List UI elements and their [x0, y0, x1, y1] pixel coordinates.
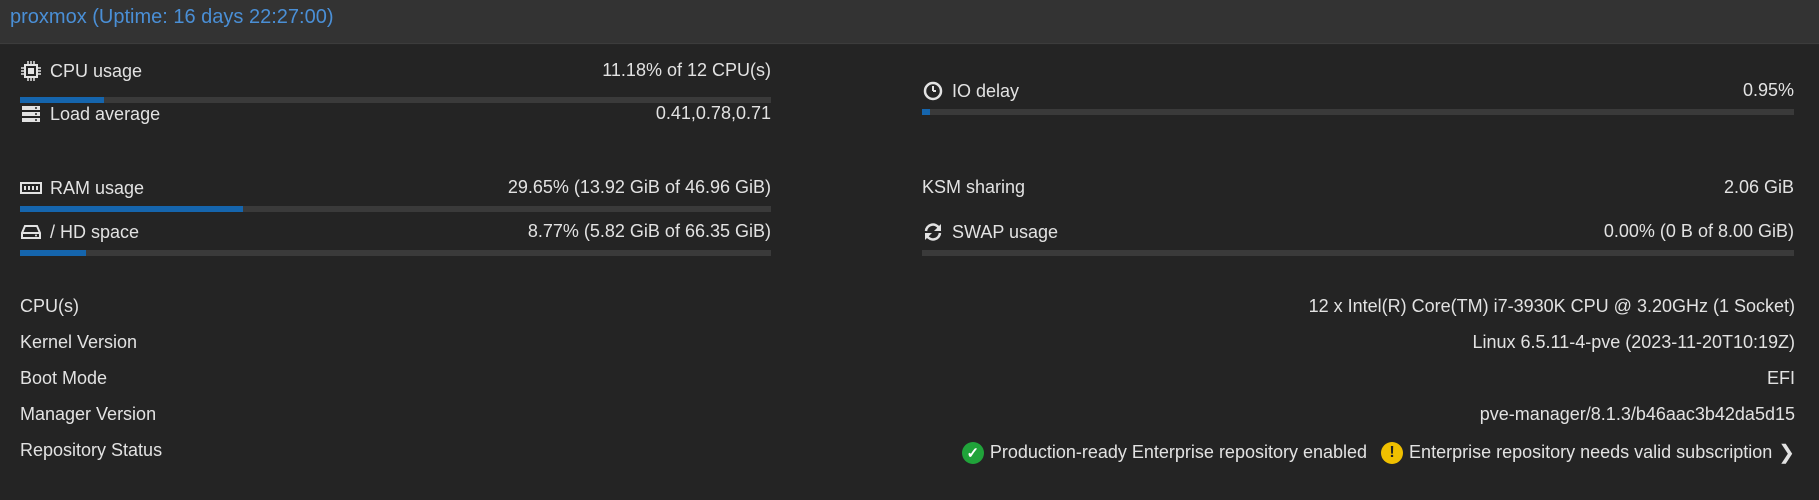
io-delay-metric: IO delay 0.95%: [922, 80, 1794, 115]
info-row-repository: Repository Status ✓ Production-ready Ent…: [20, 440, 1795, 468]
hdd-icon: [20, 221, 42, 243]
hd-space-bar: [20, 250, 771, 256]
ksm-sharing-label: KSM sharing: [922, 177, 1026, 197]
ram-usage-bar-fill: [20, 206, 243, 212]
load-average-label: Load average: [50, 103, 161, 124]
info-label: CPU(s): [20, 296, 79, 316]
info-label: Manager Version: [20, 404, 157, 424]
check-circle-icon: ✓: [961, 441, 984, 464]
ksm-sharing-value: 2.06 GiB: [1723, 177, 1794, 197]
swap-usage-bar: [922, 250, 1794, 256]
hd-space-bar-fill: [20, 250, 86, 256]
warning-circle-icon: !: [1381, 441, 1404, 464]
io-delay-bar-fill: [922, 109, 931, 115]
memory-icon: [20, 177, 42, 199]
swap-usage-label: SWAP usage: [952, 221, 1059, 242]
repo-ok-text: Production-ready Enterprise repository e…: [989, 442, 1368, 462]
server-icon: [20, 103, 42, 125]
info-value: EFI: [1766, 368, 1795, 388]
info-label: Kernel Version: [20, 332, 138, 352]
cpu-usage-value: 11.18% of 12 CPU(s): [602, 60, 771, 80]
hd-space-metric: / HD space 8.77% (5.82 GiB of 66.35 GiB): [20, 221, 771, 256]
swap-usage-value: 0.00% (0 B of 8.00 GiB): [1603, 221, 1794, 241]
ram-usage-bar: [20, 206, 771, 212]
ram-usage-label: RAM usage: [50, 177, 145, 198]
panel-title: proxmox (Uptime: 16 days 22:27:00): [10, 6, 334, 28]
info-value: Linux 6.5.11-4-pve (2023-11-20T10:19Z): [1472, 332, 1795, 352]
load-average-value: 0.41,0.78,0.71: [655, 103, 771, 123]
chevron-right-icon[interactable]: ❯: [1778, 440, 1795, 465]
cpu-usage-label: CPU usage: [50, 60, 143, 81]
node-summary-panel: proxmox (Uptime: 16 days 22:27:00) CPU u…: [0, 0, 1819, 500]
panel-header: proxmox (Uptime: 16 days 22:27:00): [0, 0, 1819, 44]
io-delay-value: 0.95%: [1742, 80, 1794, 100]
info-row-boot-mode: Boot Mode EFI: [20, 368, 1795, 396]
io-delay-label: IO delay: [952, 80, 1020, 101]
swap-usage-metric: SWAP usage 0.00% (0 B of 8.00 GiB): [922, 221, 1794, 256]
info-value: 12 x Intel(R) Core(TM) i7-3930K CPU @ 3.…: [1308, 296, 1795, 316]
info-label: Boot Mode: [20, 368, 108, 388]
info-row-kernel: Kernel Version Linux 6.5.11-4-pve (2023-…: [20, 332, 1795, 360]
cpu-icon: [20, 60, 42, 82]
panel-body: CPU usage 11.18% of 12 CPU(s) Load avera…: [0, 45, 1819, 500]
load-average-metric: Load average 0.41,0.78,0.71: [20, 103, 771, 133]
clock-icon: [922, 80, 944, 102]
io-delay-bar: [922, 109, 1794, 115]
ksm-sharing-metric: KSM sharing 2.06 GiB: [922, 177, 1794, 207]
info-row-manager: Manager Version pve-manager/8.1.3/b46aac…: [20, 404, 1795, 432]
refresh-icon: [922, 221, 944, 243]
hd-space-label: / HD space: [50, 221, 140, 242]
repository-status[interactable]: ✓ Production-ready Enterprise repository…: [961, 440, 1795, 465]
info-value: pve-manager/8.1.3/b46aac3b42da5d15: [1479, 404, 1795, 424]
info-label: Repository Status: [20, 440, 163, 460]
ram-usage-value: 29.65% (13.92 GiB of 46.96 GiB): [507, 177, 771, 197]
info-row-cpus: CPU(s) 12 x Intel(R) Core(TM) i7-3930K C…: [20, 296, 1795, 324]
hd-space-value: 8.77% (5.82 GiB of 66.35 GiB): [527, 221, 771, 241]
ram-usage-metric: RAM usage 29.65% (13.92 GiB of 46.96 GiB…: [20, 177, 771, 212]
repo-warn-text: Enterprise repository needs valid subscr…: [1409, 442, 1773, 462]
cpu-usage-metric: CPU usage 11.18% of 12 CPU(s): [20, 60, 771, 103]
